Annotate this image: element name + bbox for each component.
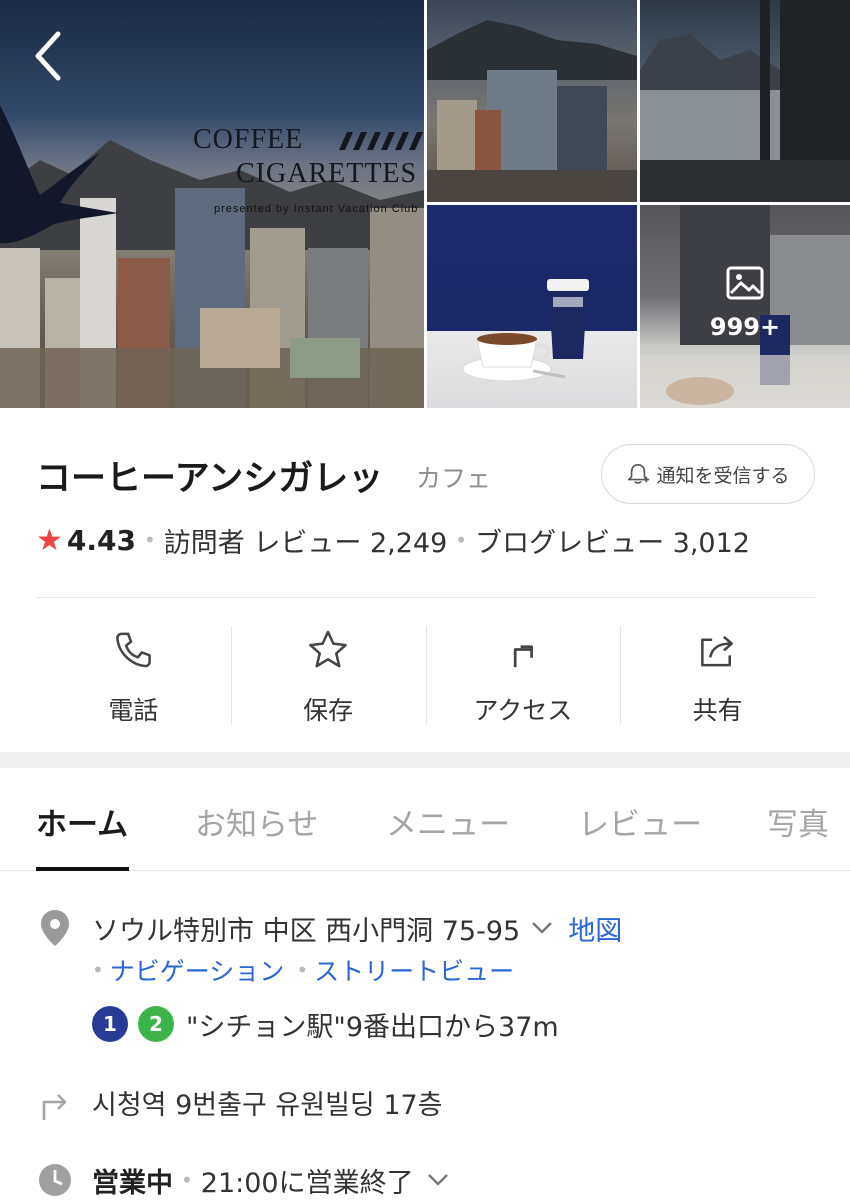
navigation-link[interactable]: ナビゲーション: [110, 952, 285, 988]
photo-thumbnail-more[interactable]: 999+: [640, 205, 850, 408]
share-icon: [700, 635, 733, 667]
rating-score: 4.43: [66, 523, 136, 557]
directions-button[interactable]: アクセス: [425, 622, 621, 727]
tab-reviews[interactable]: レビュー: [578, 799, 702, 844]
chevron-left-icon: [35, 31, 61, 81]
street-view-link[interactable]: ストリートビュー: [314, 952, 514, 988]
logo-line-coffee: COFFEE: [193, 124, 304, 155]
separator-dot: •: [144, 528, 156, 552]
action-label: アクセス: [473, 696, 573, 725]
chevron-down-icon[interactable]: [530, 920, 554, 936]
logo-stripes: [339, 132, 423, 150]
clock-icon: [39, 1164, 71, 1196]
place-category: カフェ: [416, 464, 492, 493]
back-button[interactable]: [28, 28, 72, 84]
photo-count-overlay: 999+: [640, 263, 850, 341]
action-label: 共有: [692, 696, 743, 725]
section-separator: [0, 752, 850, 768]
action-label: 保存: [303, 696, 354, 725]
divider: [36, 597, 815, 598]
tab-photos[interactable]: 写真: [767, 799, 829, 844]
tab-notices[interactable]: お知らせ: [195, 799, 318, 844]
star-rating-icon: ★: [36, 522, 63, 558]
station-row: 1 2 "シチョン駅"9番出口から37m: [92, 1004, 559, 1044]
bird-silhouette: [0, 105, 118, 244]
main-photo[interactable]: COFFEE CIGARETTES presented by Instant V…: [0, 0, 424, 408]
hours-detail: 21:00に営業終了: [200, 1167, 414, 1199]
phone-icon: [116, 632, 152, 668]
visitor-reviews-count: 2,249: [369, 527, 448, 559]
share-button[interactable]: 共有: [620, 622, 815, 727]
star-icon: [309, 630, 347, 668]
address-row: ソウル特別市 中区 西小門洞 75-95 地図: [92, 908, 622, 948]
tab-home[interactable]: ホーム: [36, 799, 128, 844]
address-sub-links: • ナビゲーション • ストリートビュー: [92, 952, 514, 988]
tab-bar: ホーム お知らせ メニュー レビュー 写真: [0, 769, 850, 871]
photo-thumbnail-window[interactable]: my: [640, 0, 850, 202]
separator-dot: •: [181, 1168, 193, 1192]
notify-label: 通知を受信する: [656, 464, 790, 487]
hours-status: 営業中: [92, 1167, 173, 1199]
save-button[interactable]: 保存: [230, 622, 426, 727]
directions-icon: [513, 645, 533, 668]
hours-row[interactable]: 営業中 • 21:00に営業終了: [92, 1160, 450, 1200]
tab-menu[interactable]: メニュー: [386, 799, 510, 844]
chevron-down-icon[interactable]: [426, 1172, 450, 1188]
image-icon: [726, 266, 764, 300]
active-tab-indicator: [36, 867, 129, 871]
subway-line-2-badge: 2: [138, 1006, 174, 1042]
place-name: コーヒーアンシガレッ: [36, 459, 384, 499]
bell-plus-icon: [628, 463, 650, 484]
logo-line-cigarettes: CIGARETTES: [236, 158, 418, 189]
window-photo-art: [640, 0, 850, 202]
direction-arrow-icon: [42, 1094, 67, 1120]
logo-tagline: presented by Instant Vacation Club: [214, 203, 419, 215]
visitor-reviews-label: 訪問者 レビュー: [163, 527, 362, 559]
blog-reviews-label: ブログレビュー: [475, 527, 665, 559]
subway-line-1-badge: 1: [92, 1006, 128, 1042]
separator-dot: •: [296, 958, 309, 982]
photo-thumbnail-city[interactable]: [427, 0, 637, 202]
address-text: ソウル特別市 中区 西小門洞 75-95: [92, 915, 521, 947]
call-button[interactable]: 電話: [36, 622, 231, 727]
blog-reviews-link[interactable]: ブログレビュー 3,012: [475, 521, 750, 560]
korean-directions: 시청역 9번출구 유원빌딩 17층: [92, 1089, 443, 1121]
action-label: 電話: [108, 696, 159, 725]
photo-gallery[interactable]: COFFEE CIGARETTES presented by Instant V…: [0, 0, 850, 408]
notify-button[interactable]: 通知を受信する: [601, 444, 815, 504]
map-link[interactable]: 地図: [568, 909, 622, 948]
city-photo-art: [427, 20, 637, 202]
espresso-cup: [462, 333, 566, 382]
rating-row: ★ 4.43 • 訪問者 レビュー 2,249 • ブログレビュー 3,012: [36, 520, 750, 560]
photo-count: 999+: [709, 313, 781, 341]
photo-thumbnail-coffee[interactable]: [427, 205, 637, 408]
location-pin-icon: [41, 910, 69, 946]
blog-reviews-count: 3,012: [672, 527, 750, 559]
separator-dot: •: [455, 528, 468, 552]
separator-dot: •: [92, 958, 104, 982]
action-bar: 電話 保存 アクセス 共有: [36, 622, 815, 727]
station-text: "シチョン駅"9番出口から37m: [186, 1011, 559, 1043]
visitor-reviews-link[interactable]: 訪問者 レビュー 2,249: [164, 521, 447, 560]
